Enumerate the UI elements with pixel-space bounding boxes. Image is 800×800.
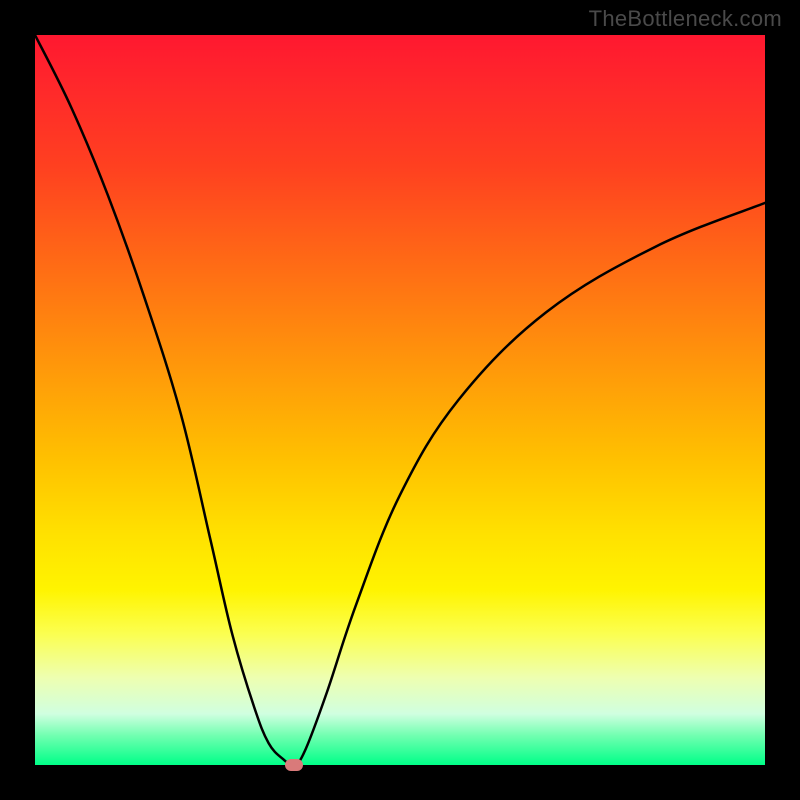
- bottleneck-curve: [35, 35, 765, 765]
- watermark-text: TheBottleneck.com: [589, 6, 782, 32]
- optimum-marker: [285, 759, 303, 771]
- chart-plot-area: [35, 35, 765, 765]
